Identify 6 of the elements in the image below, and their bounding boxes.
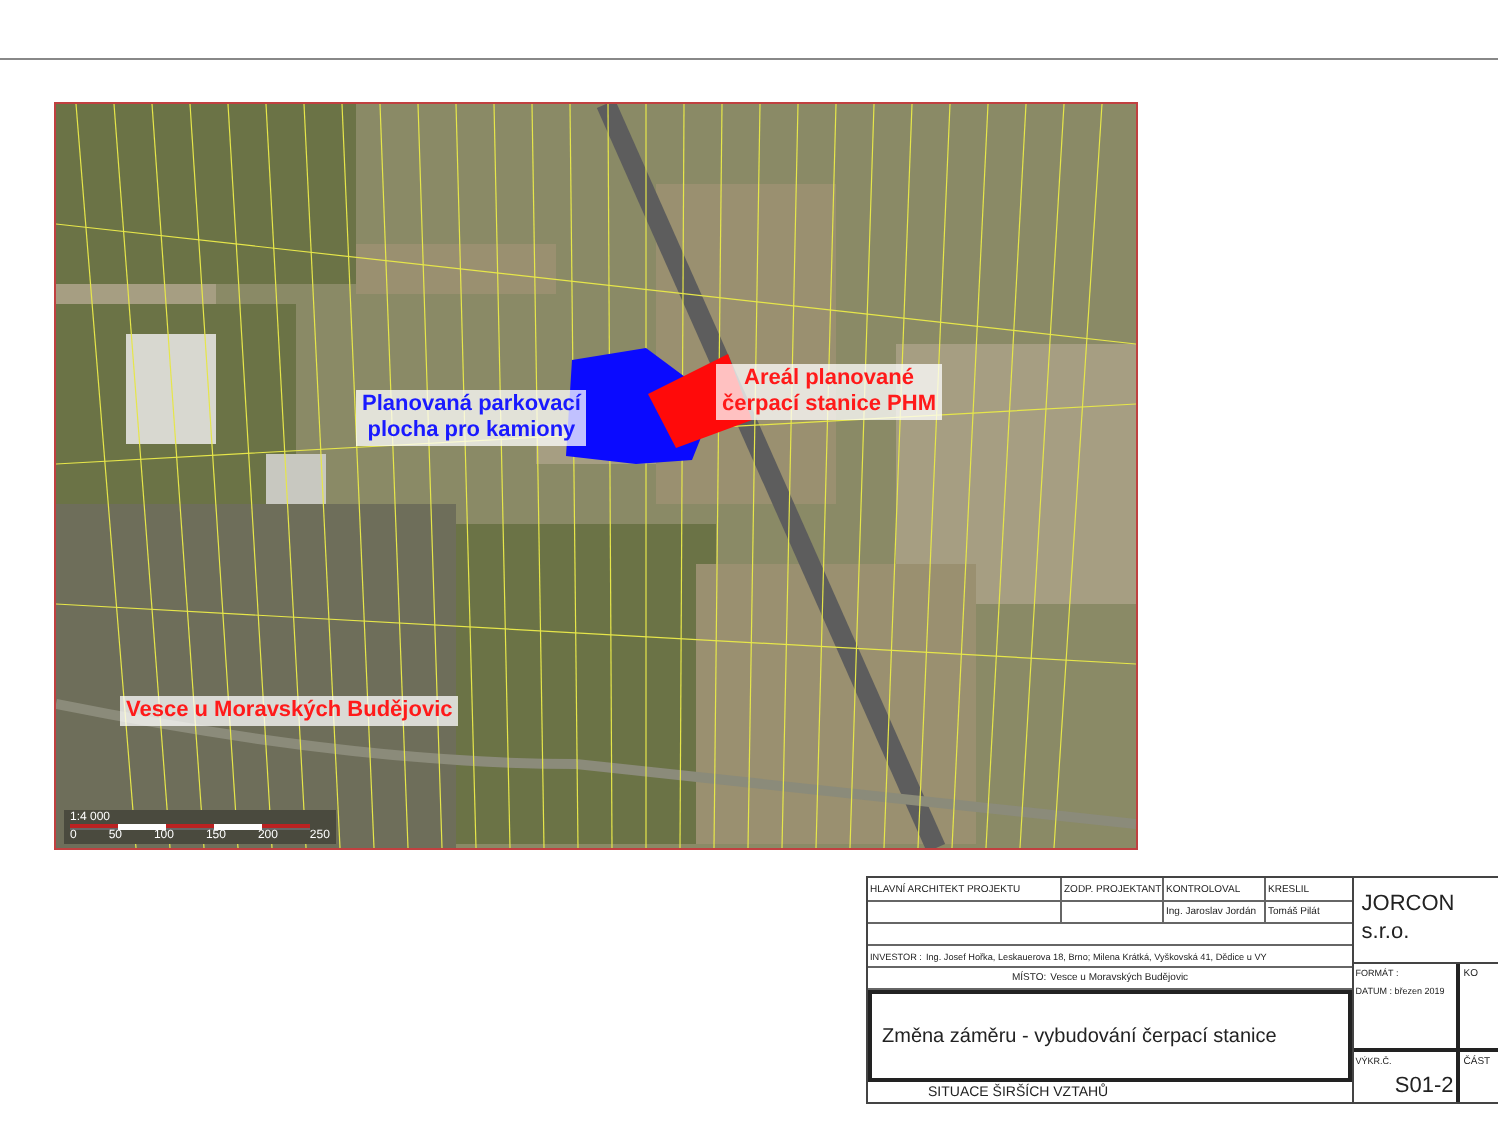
map-label: Areál planované čerpací stanice PHM	[716, 364, 942, 420]
drawing-number: S01-2	[1394, 1074, 1454, 1098]
project-title: Změna záměru - vybudování čerpací stanice	[882, 1025, 1277, 1047]
company-name: JORCON s.r.o.	[1353, 878, 1498, 965]
map-label: Planovaná parkovací plocha pro kamiony	[356, 390, 587, 446]
map-label: Vesce u Moravských Budějovic	[120, 696, 459, 726]
